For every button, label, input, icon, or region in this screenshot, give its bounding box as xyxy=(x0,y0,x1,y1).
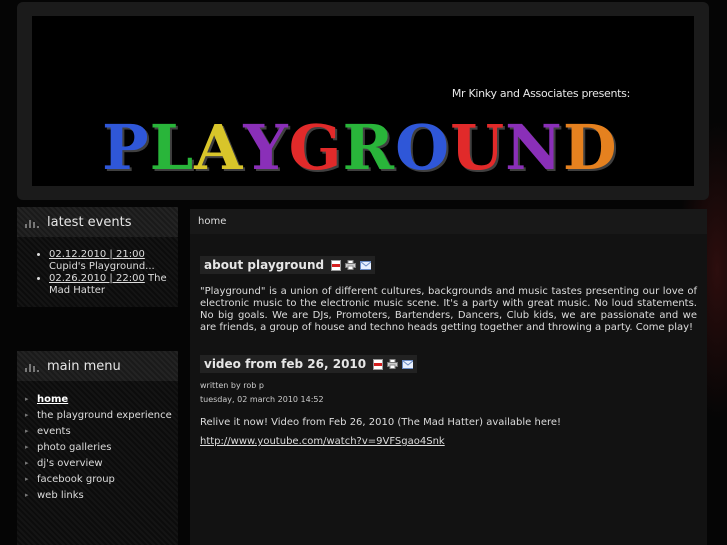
menu-item-events[interactable]: ▸ events xyxy=(25,423,178,439)
event-date-link[interactable]: 02.26.2010 | 22:00 xyxy=(49,273,145,284)
latest-events-header: latest events xyxy=(17,207,178,237)
main-menu-box: main menu ▸ home ▸ the playground experien… xyxy=(17,351,178,545)
video-text: Relive it now! Video from Feb 26, 2010 (… xyxy=(200,417,562,428)
about-title: about playground xyxy=(204,258,325,272)
list-item: 02.12.2010 | 21:00 Cupid's Playground... xyxy=(49,249,178,273)
article-date: tuesday, 02 march 2010 14:52 xyxy=(200,395,324,404)
menu-link-djs-overview[interactable]: dj's overview xyxy=(37,458,103,469)
print-icon[interactable] xyxy=(387,359,399,370)
about-article: about playground "Playground" is a union… xyxy=(200,254,697,334)
menu-link-facebook-group[interactable]: facebook group xyxy=(37,474,115,485)
menu-item-facebook-group[interactable]: ▸ facebook group xyxy=(25,471,178,487)
menu-item-djs-overview[interactable]: ▸ dj's overview xyxy=(25,455,178,471)
logo-letter: L xyxy=(149,111,195,184)
logo-letter: O xyxy=(395,111,451,184)
logo-letter: A xyxy=(194,111,244,184)
article-author: written by rob p xyxy=(200,381,264,390)
logo-letter: R xyxy=(342,111,396,184)
logo-letter: N xyxy=(505,111,563,184)
chevron-right-icon: ▸ xyxy=(25,395,29,403)
chevron-right-icon: ▸ xyxy=(25,459,29,467)
print-icon[interactable] xyxy=(345,260,357,271)
bars-icon xyxy=(25,217,39,228)
site-logo[interactable]: PLAYGROUND xyxy=(102,99,618,179)
menu-link-web-links[interactable]: web links xyxy=(37,490,84,501)
logo-letter: D xyxy=(562,111,618,184)
chevron-right-icon: ▸ xyxy=(25,443,29,451)
menu-link-events[interactable]: events xyxy=(37,426,71,437)
bars-icon xyxy=(25,361,39,372)
logo-letter: P xyxy=(102,111,150,184)
video-title-bar: video from feb 26, 2010 xyxy=(200,355,418,373)
menu-link-photo-galleries[interactable]: photo galleries xyxy=(37,442,111,453)
breadcrumb: home xyxy=(190,209,707,234)
video-title: video from feb 26, 2010 xyxy=(204,357,367,371)
latest-events-title: latest events xyxy=(47,214,132,230)
events-list: 02.12.2010 | 21:00 Cupid's Playground...… xyxy=(17,249,178,297)
logo-letter: G xyxy=(288,111,343,184)
email-icon[interactable] xyxy=(402,359,414,370)
logo-letter: Y xyxy=(243,111,289,184)
event-title: Cupid's Playground... xyxy=(49,261,155,272)
pdf-icon[interactable] xyxy=(330,259,341,271)
list-item: 02.26.2010 | 22:00 The Mad Hatter xyxy=(49,273,178,297)
video-link[interactable]: http://www.youtube.com/watch?v=9VFSgao4S… xyxy=(200,436,445,447)
chevron-right-icon: ▸ xyxy=(25,411,29,419)
logo-letter: U xyxy=(450,111,506,184)
menu-link-experience[interactable]: the playground experience xyxy=(37,410,172,421)
chevron-right-icon: ▸ xyxy=(25,475,29,483)
pdf-icon[interactable] xyxy=(372,358,383,370)
menu-item-experience[interactable]: ▸ the playground experience xyxy=(25,407,178,423)
menu-item-photo-galleries[interactable]: ▸ photo galleries xyxy=(25,439,178,455)
email-icon[interactable] xyxy=(360,260,372,271)
main-menu-title: main menu xyxy=(47,358,121,374)
main-content: home about playground "Playground" is a … xyxy=(190,209,707,545)
event-date-link[interactable]: 02.12.2010 | 21:00 xyxy=(49,249,145,260)
header-banner: Mr Kinky and Associates presents: PLAYGR… xyxy=(32,16,694,186)
main-menu-header: main menu xyxy=(17,351,178,381)
article-tools xyxy=(372,358,414,370)
menu-item-web-links[interactable]: ▸ web links xyxy=(25,487,178,503)
chevron-right-icon: ▸ xyxy=(25,427,29,435)
menu-link-home[interactable]: home xyxy=(37,394,68,405)
video-article: video from feb 26, 2010 written by rob p… xyxy=(200,353,697,448)
latest-events-box: latest events 02.12.2010 | 21:00 Cupid's… xyxy=(17,207,178,307)
article-tools xyxy=(330,259,372,271)
main-menu-list: ▸ home ▸ the playground experience ▸ events… xyxy=(17,391,178,503)
chevron-right-icon: ▸ xyxy=(25,491,29,499)
menu-item-home[interactable]: ▸ home xyxy=(25,391,178,407)
about-title-bar: about playground xyxy=(200,256,376,274)
about-text: "Playground" is a union of different cul… xyxy=(200,286,697,333)
